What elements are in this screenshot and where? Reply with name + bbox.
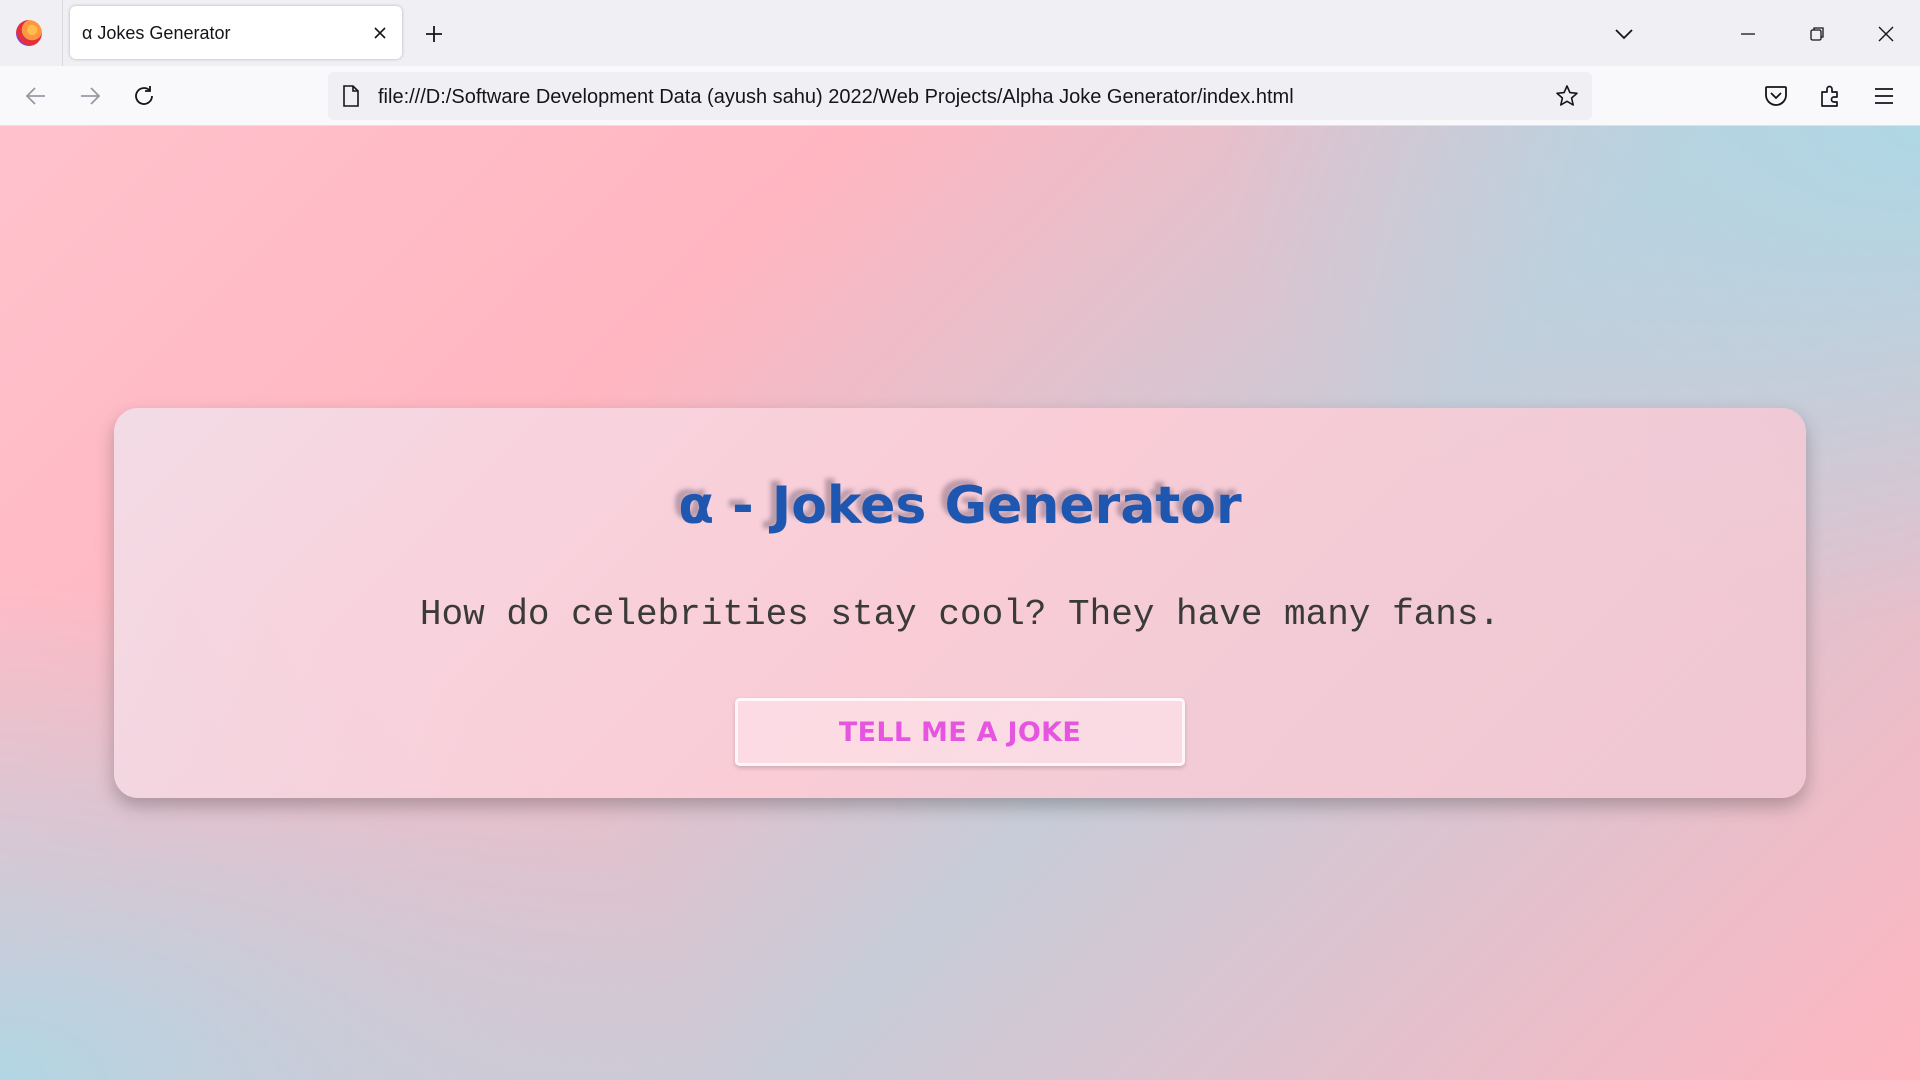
- page-title: α - Jokes Generator: [678, 476, 1242, 536]
- hamburger-icon[interactable]: [1867, 79, 1901, 113]
- tell-joke-button[interactable]: TELL ME A JOKE: [735, 698, 1185, 766]
- tab-title: α Jokes Generator: [82, 23, 231, 43]
- url-text[interactable]: file:///D:/Software Development Data (ay…: [378, 86, 1294, 109]
- navigation-bar: file:///D:/Software Development Data (ay…: [0, 66, 1920, 126]
- arrow-left-icon[interactable]: [19, 79, 53, 113]
- reload-icon[interactable]: [127, 79, 161, 113]
- minimize-icon[interactable]: [1728, 14, 1768, 54]
- joke-card: α - Jokes Generator How do celebrities s…: [114, 408, 1806, 798]
- page-viewport: α - Jokes Generator How do celebrities s…: [0, 126, 1920, 1080]
- pocket-icon[interactable]: [1759, 79, 1793, 113]
- restore-icon[interactable]: [1797, 14, 1837, 54]
- star-icon[interactable]: [1552, 81, 1582, 111]
- arrow-right-icon[interactable]: [73, 79, 107, 113]
- chevron-down-icon[interactable]: [1608, 18, 1640, 50]
- new-tab-plus-icon[interactable]: [418, 18, 450, 50]
- close-icon[interactable]: [366, 19, 394, 47]
- firefox-logo-icon[interactable]: [16, 20, 42, 46]
- tab-active[interactable]: α Jokes Generator: [70, 6, 402, 59]
- page-icon: [338, 83, 364, 109]
- tab-divider: [62, 0, 63, 66]
- tab-bar: α Jokes Generator: [0, 0, 1920, 66]
- url-bar[interactable]: file:///D:/Software Development Data (ay…: [328, 72, 1592, 120]
- joke-text: How do celebrities stay cool? They have …: [419, 594, 1501, 635]
- window-close-icon[interactable]: [1866, 14, 1906, 54]
- puzzle-icon[interactable]: [1813, 79, 1847, 113]
